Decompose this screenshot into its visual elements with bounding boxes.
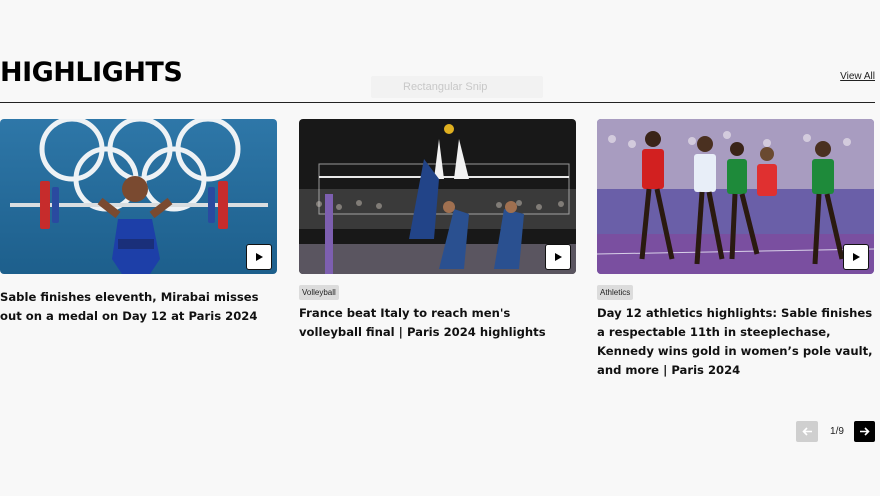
video-card[interactable]: Athletics Day 12 athletics highlights: S…	[597, 119, 874, 380]
video-thumbnail[interactable]	[299, 119, 576, 274]
play-button[interactable]	[545, 244, 571, 270]
next-button[interactable]	[854, 421, 875, 442]
video-thumbnail[interactable]	[597, 119, 874, 274]
sport-tag: Athletics	[597, 285, 634, 300]
video-card[interactable]: Volleyball France beat Italy to reach me…	[299, 119, 576, 342]
section-title: HIGHLIGHTS	[0, 57, 183, 88]
card-headline[interactable]: France beat Italy to reach men's volleyb…	[299, 304, 576, 342]
play-button[interactable]	[246, 244, 272, 270]
arrow-left-icon	[801, 427, 812, 436]
carousel-pagination: 1/9	[796, 421, 876, 443]
play-button[interactable]	[843, 244, 869, 270]
video-card[interactable]: Sable finishes eleventh, Mirabai misses …	[0, 119, 277, 326]
card-headline[interactable]: Day 12 athletics highlights: Sable finis…	[597, 304, 874, 380]
arrow-right-icon	[860, 427, 870, 436]
weightlifting-photo	[0, 119, 277, 274]
card-headline[interactable]: Sable finishes eleventh, Mirabai misses …	[0, 288, 277, 326]
volleyball-photo	[299, 119, 576, 274]
video-thumbnail[interactable]	[0, 119, 277, 274]
sport-tag: Volleyball	[299, 285, 339, 300]
athletics-photo	[597, 119, 874, 274]
play-icon	[853, 253, 860, 261]
snip-tool-overlay: Rectangular Snip	[371, 76, 543, 98]
page-counter: 1/9	[830, 426, 844, 437]
previous-button[interactable]	[796, 421, 818, 442]
play-icon	[555, 253, 562, 261]
view-all-link[interactable]: View All	[840, 71, 875, 82]
play-icon	[256, 253, 263, 261]
